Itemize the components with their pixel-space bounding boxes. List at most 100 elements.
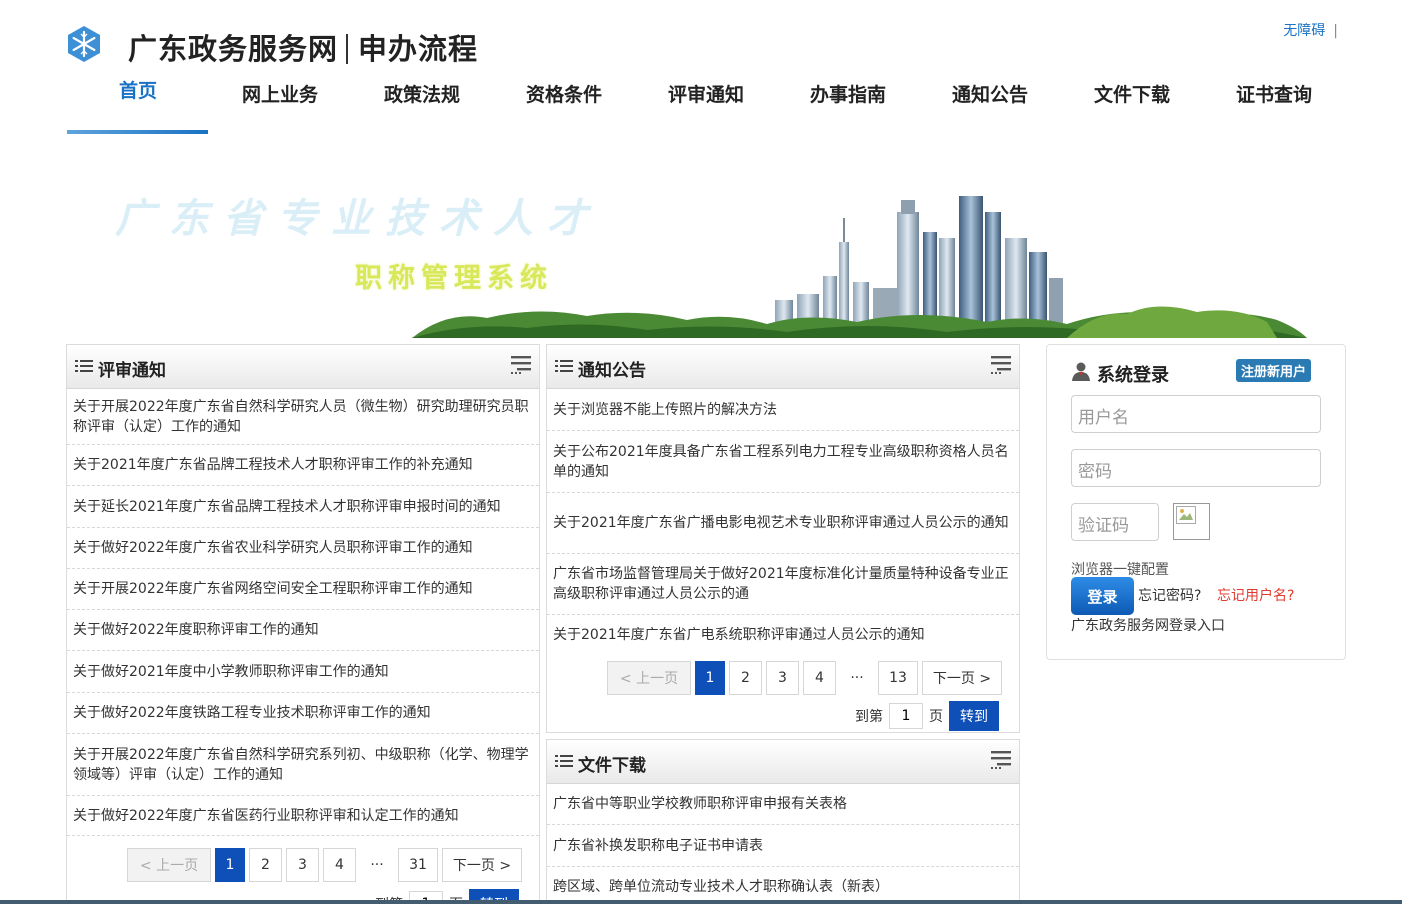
nav-item-guide[interactable]: 办事指南: [777, 80, 919, 107]
review-notices-header: 评审通知: [67, 345, 539, 389]
accessibility-bar: 无障碍 |: [1283, 20, 1338, 40]
page-1-button[interactable]: 1: [695, 661, 725, 695]
list-item[interactable]: 关于做好2022年度广东省医药行业职称评审和认定工作的通知: [67, 796, 539, 836]
review-notices-title: 评审通知: [98, 361, 166, 381]
list-item[interactable]: 关于开展2022年度广东省自然科学研究人员（微生物）研究助理研究员职称评审（认定…: [67, 389, 539, 445]
list-item[interactable]: 广东省市场监督管理局关于做好2021年度标准化计量质量特种设备专业正高级职称评审…: [547, 554, 1019, 615]
list-item[interactable]: 跨区域、跨单位流动专业技术人才职称确认表（新表）: [547, 867, 1019, 904]
register-button[interactable]: 注册新用户: [1236, 359, 1312, 382]
login-title: 系统登录: [1097, 365, 1169, 386]
nav-item-downloads[interactable]: 文件下载: [1061, 80, 1203, 107]
accessibility-link[interactable]: 无障碍: [1283, 23, 1325, 39]
page-2-button[interactable]: 2: [249, 848, 282, 882]
announcements-pager: < 上一页 1 2 3 4 ··· 13 下一页 >: [607, 661, 1006, 695]
list-item-text[interactable]: 关于开展2022年度广东省网络空间安全工程职称评审工作的通知: [73, 579, 473, 599]
more-menu-icon[interactable]: [991, 749, 1011, 769]
list-item[interactable]: 关于公布2021年度具备广东省工程系列电力工程专业高级职称资格人员名单的通知: [547, 431, 1019, 493]
downloads-list: 广东省中等职业学校教师职称评审申报有关表格 广东省补换发职称电子证书申请表 跨区…: [547, 784, 1019, 904]
list-item-text[interactable]: 关于延长2021年度广东省品牌工程技术人才职称评审申报时间的通知: [73, 497, 501, 517]
next-page-button[interactable]: 下一页 >: [442, 848, 522, 882]
list-item[interactable]: 关于开展2022年度广东省自然科学研究系列初、中级职称（化学、物理学领域等）评审…: [67, 734, 539, 796]
list-item-text[interactable]: 关于2021年度广东省广电系统职称评审通过人员公示的通知: [553, 625, 925, 645]
captcha-field[interactable]: 验证码: [1071, 503, 1159, 541]
goto-button[interactable]: 转到: [949, 701, 999, 731]
more-menu-icon[interactable]: [991, 354, 1011, 374]
page-4-button[interactable]: 4: [803, 661, 836, 695]
list-item[interactable]: 关于做好2022年度铁路工程专业技术职称评审工作的通知: [67, 693, 539, 734]
list-item[interactable]: 关于做好2021年度中小学教师职称评审工作的通知: [67, 651, 539, 693]
announcements-header: 通知公告: [547, 345, 1019, 389]
page-3-button[interactable]: 3: [286, 848, 319, 882]
list-item[interactable]: 关于延长2021年度广东省品牌工程技术人才职称评审申报时间的通知: [67, 486, 539, 528]
page-4-button[interactable]: 4: [323, 848, 356, 882]
list-item-text[interactable]: 关于公布2021年度具备广东省工程系列电力工程专业高级职称资格人员名单的通知: [553, 442, 1013, 482]
last-page-button[interactable]: 31: [398, 848, 438, 882]
list-item-text[interactable]: 跨区域、跨单位流动专业技术人才职称确认表（新表）: [553, 877, 889, 897]
nav-item-certificate-query[interactable]: 证书查询: [1203, 80, 1345, 107]
list-item-text[interactable]: 关于做好2021年度中小学教师职称评审工作的通知: [73, 662, 389, 682]
goto-label: 到第: [855, 709, 883, 725]
list-item-text[interactable]: 关于做好2022年度广东省医药行业职称评审和认定工作的通知: [73, 806, 459, 826]
captcha-image[interactable]: [1173, 503, 1210, 540]
list-item-text[interactable]: 关于做好2022年度广东省农业科学研究人员职称评审工作的通知: [73, 538, 473, 558]
announcements-list: 关于浏览器不能上传照片的解决方法 关于公布2021年度具备广东省工程系列电力工程…: [547, 389, 1019, 655]
last-page-button[interactable]: 13: [878, 661, 918, 695]
more-menu-icon[interactable]: [511, 354, 531, 374]
gov-service-login-link[interactable]: 广东政务服务网登录入口: [1071, 615, 1225, 635]
password-field[interactable]: 密码: [1071, 449, 1321, 487]
list-item-text[interactable]: 关于浏览器不能上传照片的解决方法: [553, 400, 777, 420]
downloads-title: 文件下载: [578, 756, 646, 776]
title-divider: [346, 34, 349, 64]
list-item-text[interactable]: 关于开展2022年度广东省自然科学研究人员（微生物）研究助理研究员职称评审（认定…: [73, 397, 533, 437]
list-item-text[interactable]: 广东省补换发职称电子证书申请表: [553, 836, 763, 856]
list-item-text[interactable]: 关于开展2022年度广东省自然科学研究系列初、中级职称（化学、物理学领域等）评审…: [73, 745, 533, 785]
username-field[interactable]: 用户名: [1071, 395, 1321, 433]
list-item[interactable]: 广东省中等职业学校教师职称评审申报有关表格: [547, 784, 1019, 825]
forgot-password-link[interactable]: 忘记密码?: [1138, 585, 1201, 605]
nav-item-home[interactable]: 首页: [67, 76, 209, 103]
prev-page-button[interactable]: < 上一页: [127, 848, 211, 882]
section-name: 申办流程: [358, 32, 479, 66]
page-3-button[interactable]: 3: [766, 661, 799, 695]
list-item-text[interactable]: 关于2021年度广东省品牌工程技术人才职称评审工作的补充通知: [73, 455, 473, 475]
list-item[interactable]: 关于做好2022年度职称评审工作的通知: [67, 610, 539, 651]
page-ellipsis: ···: [850, 670, 864, 686]
goto-page-input[interactable]: [889, 703, 923, 729]
nav-item-announcements[interactable]: 通知公告: [919, 80, 1061, 107]
list-item[interactable]: 广东省补换发职称电子证书申请表: [547, 825, 1019, 867]
forgot-username-link[interactable]: 忘记用户名?: [1217, 585, 1294, 605]
list-icon: [555, 360, 573, 372]
nav-item-qualifications[interactable]: 资格条件: [493, 80, 635, 107]
list-item[interactable]: 关于开展2022年度广东省网络空间安全工程职称评审工作的通知: [67, 569, 539, 610]
list-icon: [555, 755, 573, 767]
list-item[interactable]: 关于2021年度广东省广电系统职称评审通过人员公示的通知: [547, 615, 1019, 655]
list-item-text[interactable]: 关于做好2022年度职称评审工作的通知: [73, 620, 319, 640]
browser-config-link[interactable]: 浏览器一键配置: [1071, 559, 1169, 579]
list-item[interactable]: 关于做好2022年度广东省农业科学研究人员职称评审工作的通知: [67, 528, 539, 569]
banner: 广东省专业技术人才 职称管理系统: [67, 182, 1337, 338]
nav-active-underline: [67, 130, 208, 134]
page-1-button[interactable]: 1: [215, 848, 245, 882]
downloads-panel: 文件下载 广东省中等职业学校教师职称评审申报有关表格 广东省补换发职称电子证书申…: [546, 739, 1020, 904]
announcements-title: 通知公告: [578, 361, 646, 381]
list-item-text[interactable]: 关于2021年度广东省广播电影电视艺术专业职称评审通过人员公示的通知: [553, 513, 1009, 533]
list-item-text[interactable]: 广东省市场监督管理局关于做好2021年度标准化计量质量特种设备专业正高级职称评审…: [553, 564, 1013, 604]
login-panel: 系统登录 注册新用户 用户名 密码 验证码 浏览器一键配置 登录 忘记密码? 忘…: [1046, 344, 1346, 660]
list-item[interactable]: 关于2021年度广东省品牌工程技术人才职称评审工作的补充通知: [67, 445, 539, 486]
list-item-text[interactable]: 广东省中等职业学校教师职称评审申报有关表格: [553, 794, 847, 814]
nav-item-review-notices[interactable]: 评审通知: [635, 80, 777, 107]
next-page-button[interactable]: 下一页 >: [922, 661, 1002, 695]
nav-item-policies[interactable]: 政策法规: [351, 80, 493, 107]
announcements-goto: 到第 页 转到: [855, 701, 999, 731]
nav-item-online-business[interactable]: 网上业务: [209, 80, 351, 107]
accessibility-divider: |: [1333, 23, 1338, 39]
login-button[interactable]: 登录: [1071, 577, 1134, 615]
review-notices-list: 关于开展2022年度广东省自然科学研究人员（微生物）研究助理研究员职称评审（认定…: [67, 389, 539, 836]
list-item[interactable]: 关于2021年度广东省广播电影电视艺术专业职称评审通过人员公示的通知: [547, 493, 1019, 554]
announcements-panel: 通知公告 关于浏览器不能上传照片的解决方法 关于公布2021年度具备广东省工程系…: [546, 344, 1020, 733]
review-notices-pager: < 上一页 1 2 3 4 ··· 31 下一页 >: [127, 848, 526, 882]
page-2-button[interactable]: 2: [729, 661, 762, 695]
prev-page-button[interactable]: < 上一页: [607, 661, 691, 695]
list-item-text[interactable]: 关于做好2022年度铁路工程专业技术职称评审工作的通知: [73, 703, 431, 723]
list-item[interactable]: 关于浏览器不能上传照片的解决方法: [547, 389, 1019, 431]
